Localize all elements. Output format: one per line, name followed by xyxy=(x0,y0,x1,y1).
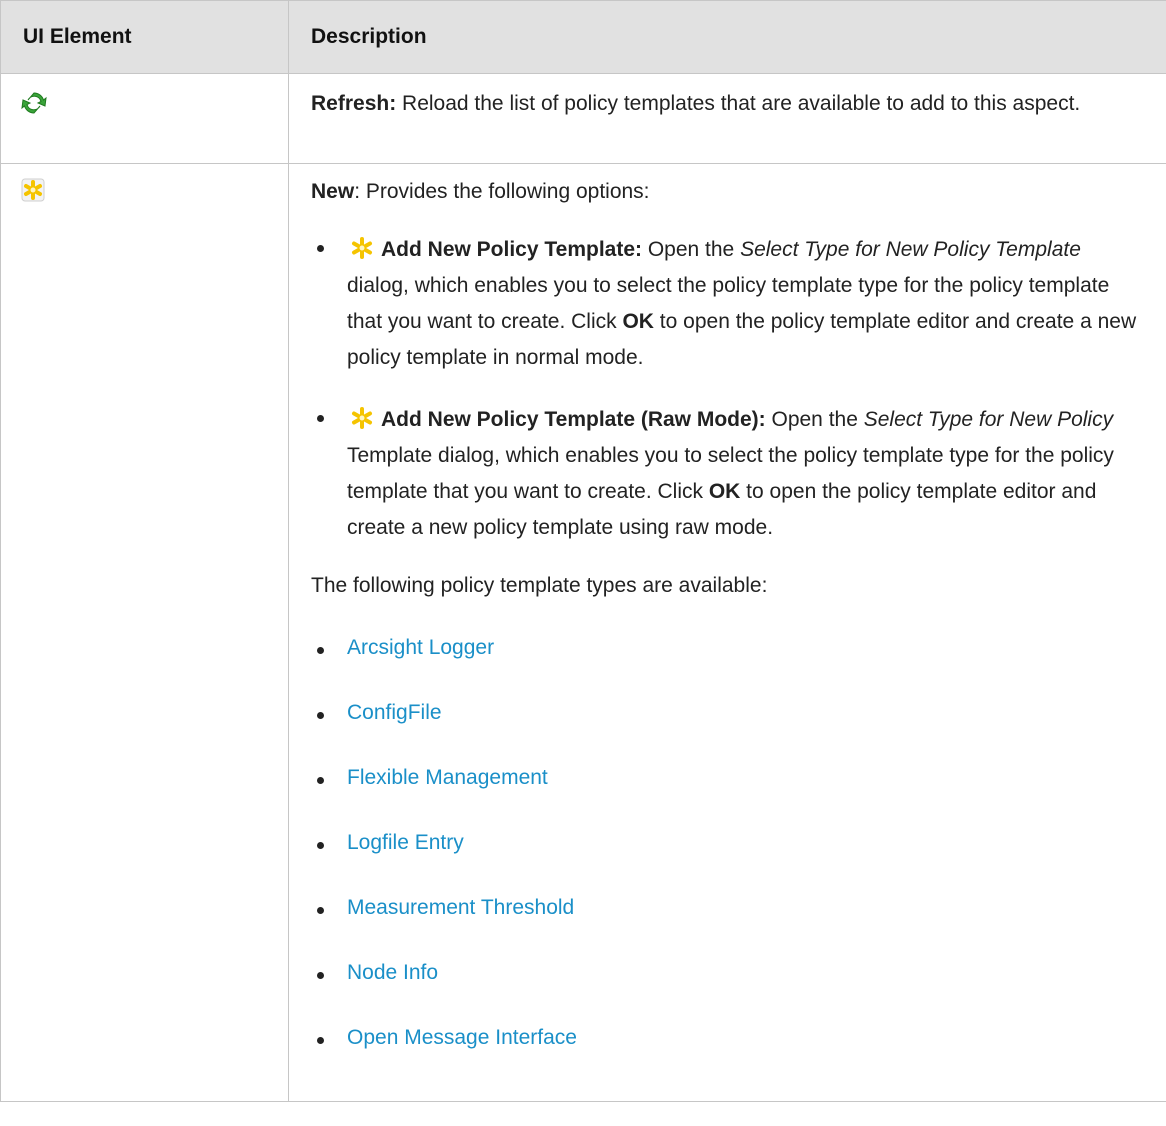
list-item: Open Message Interface xyxy=(311,1024,1146,1052)
link-node-info[interactable]: Node Info xyxy=(347,961,438,984)
column-header-description: Description xyxy=(288,0,1166,74)
new-label: New xyxy=(311,180,355,203)
refresh-text: Reload the list of policy templates that… xyxy=(396,92,1081,115)
refresh-label: Refresh: xyxy=(311,92,397,115)
list-item: Flexible Management xyxy=(311,764,1146,792)
link-configfile[interactable]: ConfigFile xyxy=(347,701,442,724)
dialog-name: Select Type for New Policy Template xyxy=(740,238,1081,261)
list-item: Arcsight Logger xyxy=(311,634,1146,662)
link-logfile-entry[interactable]: Logfile Entry xyxy=(347,831,464,854)
refresh-element-cell xyxy=(0,73,289,164)
option-text: Open the xyxy=(765,408,864,431)
link-open-message-interface[interactable]: Open Message Interface xyxy=(347,1026,577,1049)
link-measurement-threshold[interactable]: Measurement Threshold xyxy=(347,896,574,919)
link-arcsight-logger[interactable]: Arcsight Logger xyxy=(347,636,494,659)
table-row-new: New: Provides the following options: Add… xyxy=(0,163,1166,1102)
refresh-description: Refresh: Reload the list of policy templ… xyxy=(311,90,1146,118)
ui-elements-table: UI Element Description Refresh: Reload t… xyxy=(0,0,1166,1102)
new-intro: New: Provides the following options: xyxy=(311,178,1146,206)
new-element-cell xyxy=(0,163,289,1102)
policy-type-list: Arcsight Logger ConfigFile Flexible Mana… xyxy=(311,634,1146,1052)
list-item: Node Info xyxy=(311,959,1146,987)
option-text: Open the xyxy=(642,238,741,261)
new-description-cell: New: Provides the following options: Add… xyxy=(288,163,1166,1102)
new-asterisk-icon xyxy=(21,178,266,202)
option-label: Add New Policy Template (Raw Mode): xyxy=(381,408,766,431)
list-item: Measurement Threshold xyxy=(311,894,1146,922)
link-flexible-management[interactable]: Flexible Management xyxy=(347,766,548,789)
refresh-description-cell: Refresh: Reload the list of policy templ… xyxy=(288,73,1166,164)
ok-label: OK xyxy=(622,310,654,333)
table-row-refresh: Refresh: Reload the list of policy templ… xyxy=(0,73,1166,164)
option-add-new-policy-template-raw: Add New Policy Template (Raw Mode): Open… xyxy=(311,402,1146,546)
list-item: Logfile Entry xyxy=(311,829,1146,857)
new-intro-text: : Provides the following options: xyxy=(354,180,650,203)
dialog-name: Select Type for New Policy xyxy=(863,408,1114,431)
new-asterisk-icon xyxy=(347,235,377,261)
types-intro: The following policy template types are … xyxy=(311,574,768,597)
column-header-ui-element: UI Element xyxy=(0,0,289,74)
option-add-new-policy-template: Add New Policy Template: Open the Select… xyxy=(311,232,1146,376)
new-asterisk-icon xyxy=(347,405,377,431)
table-header-row: UI Element Description xyxy=(0,0,1166,74)
ok-label: OK xyxy=(708,480,741,503)
list-item: ConfigFile xyxy=(311,699,1146,727)
refresh-icon xyxy=(21,90,266,116)
option-label: Add New Policy Template: xyxy=(381,238,642,261)
